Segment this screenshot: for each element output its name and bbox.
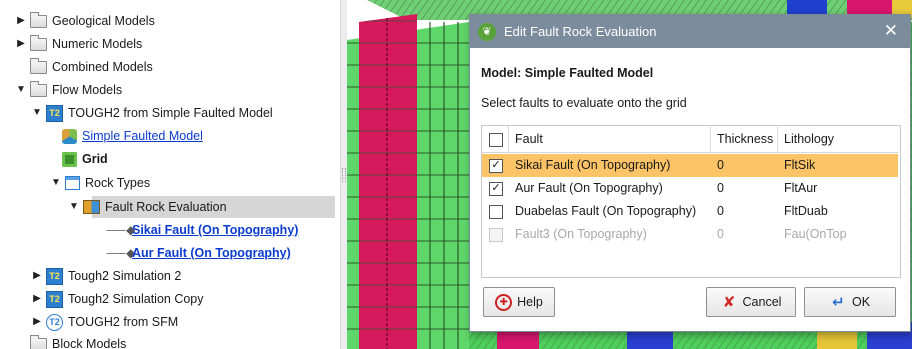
lifebuoy-icon: ✚: [495, 293, 513, 311]
fault-name: Fault3 (On Topography): [515, 227, 647, 241]
table-row-disabled: Fault3 (On Topography) 0 Fau(OnTop: [482, 223, 898, 246]
enter-arrow-icon: ↵: [832, 293, 845, 311]
tough2-model-icon: T2: [46, 104, 63, 122]
ok-button-label: OK: [851, 295, 871, 309]
table-row[interactable]: Duabelas Fault (On Topography) 0 FltDuab: [482, 200, 898, 223]
tree-item-sikai-fault[interactable]: ⸺◆ Sikai Fault (On Topography): [106, 219, 298, 241]
tree-item-label: Tough2 Simulation 2: [68, 269, 182, 283]
fault-surface-icon: ⸺◆: [106, 223, 136, 237]
dialog-title-bar[interactable]: ❦ Edit Fault Rock Evaluation ✕: [470, 15, 910, 48]
fault-table: Fault Thickness Lithology ✓ Sikai Fault …: [481, 125, 901, 278]
rock-types-table-icon: [65, 176, 80, 190]
dialog-title: Edit Fault Rock Evaluation: [504, 24, 657, 39]
folder-icon: [30, 11, 47, 28]
model-label: Model: Simple Faulted Model: [481, 66, 654, 80]
tree-item-label: Numeric Models: [52, 37, 143, 51]
select-all-checkbox[interactable]: [489, 133, 503, 147]
tree-item-label: Fault Rock Evaluation: [105, 200, 227, 214]
table-row[interactable]: ✓ Sikai Fault (On Topography) 0 FltSik: [482, 154, 898, 177]
column-header-lithology[interactable]: Lithology: [778, 126, 898, 153]
help-button-label: Help: [517, 295, 543, 309]
row-checkbox[interactable]: [489, 205, 503, 219]
lithology-value[interactable]: FltAur: [784, 177, 817, 200]
tree-item-label: Geological Models: [52, 14, 155, 28]
tree-item-simple-faulted-model[interactable]: Simple Faulted Model: [59, 125, 203, 147]
tree-item-aur-fault[interactable]: ⸺◆ Aur Fault (On Topography): [106, 242, 291, 264]
cancel-x-icon: ✘: [722, 293, 736, 311]
grid-cube-icon: [62, 151, 77, 167]
select-all-header[interactable]: [482, 126, 509, 153]
row-checkbox[interactable]: ✓: [489, 159, 503, 173]
tree-item-label: Combined Models: [52, 60, 153, 74]
tree-item-label: TOUGH2 from Simple Faulted Model: [68, 106, 273, 120]
tree-item-tough2-simulation-2[interactable]: ▶ T2 Tough2 Simulation 2: [31, 265, 181, 287]
help-button[interactable]: ✚ Help: [483, 287, 555, 317]
tree-item-tough2-from-sfm[interactable]: ▶ T2 TOUGH2 from SFM: [31, 311, 178, 333]
expand-arrow-icon[interactable]: ▶: [15, 10, 27, 32]
tree-item-rock-types[interactable]: ▼ Rock Types: [50, 172, 150, 194]
tree-item-label: Tough2 Simulation Copy: [68, 292, 204, 306]
folder-icon: [30, 57, 47, 74]
tough2-unlinked-icon: T2: [46, 313, 63, 331]
tough2-model-icon: T2: [46, 267, 63, 285]
column-header-thickness[interactable]: Thickness: [711, 126, 778, 153]
cancel-button[interactable]: ✘ Cancel: [706, 287, 796, 317]
close-icon[interactable]: ✕: [884, 21, 898, 41]
tough2-model-icon: T2: [46, 290, 63, 308]
folder-icon: [30, 334, 47, 349]
tree-item-tough2-simple-faulted[interactable]: ▼ T2 TOUGH2 from Simple Faulted Model: [31, 102, 273, 124]
expand-arrow-icon[interactable]: ▶: [31, 288, 43, 310]
tree-item-label: Flow Models: [52, 83, 123, 97]
tree-item-fault-rock-evaluation[interactable]: ▼ Fault Rock Evaluation: [68, 196, 227, 218]
thickness-value: 0: [717, 227, 724, 241]
fault-name: Duabelas Fault (On Topography): [515, 204, 697, 218]
edit-fault-rock-evaluation-dialog: ❦ Edit Fault Rock Evaluation ✕ Model: Si…: [469, 14, 911, 332]
app-leaf-icon: ❦: [478, 22, 496, 41]
column-header-fault[interactable]: Fault: [509, 126, 711, 153]
tree-item-label: TOUGH2 from SFM: [68, 315, 179, 329]
tree-item-tough2-simulation-copy[interactable]: ▶ T2 Tough2 Simulation Copy: [31, 288, 204, 310]
expand-arrow-icon[interactable]: ▶: [31, 265, 43, 287]
tree-item-block-models[interactable]: Block Models: [15, 333, 126, 349]
fault-rock-evaluation-icon: [83, 200, 100, 214]
project-tree: ▶ Geological Models ▶ Numeric Models Com…: [0, 0, 340, 349]
tree-item-grid[interactable]: Grid: [59, 148, 108, 170]
instruction-text: Select faults to evaluate onto the grid: [481, 96, 687, 110]
row-checkbox: [489, 228, 503, 242]
collapse-arrow-icon[interactable]: ▼: [31, 102, 43, 124]
tree-item-flow-models[interactable]: ▼ Flow Models: [15, 79, 122, 101]
tree-item-label: Block Models: [52, 337, 127, 349]
tree-item-geological-models[interactable]: ▶ Geological Models: [15, 10, 155, 32]
folder-icon: [30, 80, 47, 97]
thickness-value[interactable]: 0: [717, 154, 724, 177]
tree-item-combined-models[interactable]: Combined Models: [15, 56, 153, 78]
expand-arrow-icon[interactable]: ▶: [15, 33, 27, 55]
thickness-value[interactable]: 0: [717, 177, 724, 200]
tree-item-link[interactable]: Simple Faulted Model: [82, 125, 203, 147]
fault-name: Sikai Fault (On Topography): [515, 158, 671, 172]
collapse-arrow-icon[interactable]: ▼: [68, 196, 80, 218]
geological-model-icon: [62, 128, 77, 144]
fault-name: Aur Fault (On Topography): [515, 181, 663, 195]
tree-item-label: Grid: [82, 152, 108, 166]
lithology-value[interactable]: FltSik: [784, 154, 815, 177]
tree-item-link[interactable]: Aur Fault (On Topography): [132, 242, 291, 264]
thickness-value[interactable]: 0: [717, 200, 724, 223]
lithology-value[interactable]: FltDuab: [784, 200, 828, 223]
ok-button[interactable]: ↵ OK: [804, 287, 896, 317]
cancel-button-label: Cancel: [742, 295, 782, 309]
tree-item-numeric-models[interactable]: ▶ Numeric Models: [15, 33, 142, 55]
tree-item-link[interactable]: Sikai Fault (On Topography): [132, 219, 298, 241]
folder-icon: [30, 34, 47, 51]
lithology-value: Fau(OnTop: [784, 227, 847, 241]
collapse-arrow-icon[interactable]: ▼: [15, 79, 27, 101]
tree-item-label: Rock Types: [85, 176, 151, 190]
row-checkbox[interactable]: ✓: [489, 182, 503, 196]
expand-arrow-icon[interactable]: ▶: [31, 311, 43, 333]
fault-surface-icon: ⸺◆: [106, 246, 136, 260]
splitter-grip-icon[interactable]: [342, 168, 346, 182]
collapse-arrow-icon[interactable]: ▼: [50, 172, 62, 194]
table-row[interactable]: ✓ Aur Fault (On Topography) 0 FltAur: [482, 177, 898, 200]
